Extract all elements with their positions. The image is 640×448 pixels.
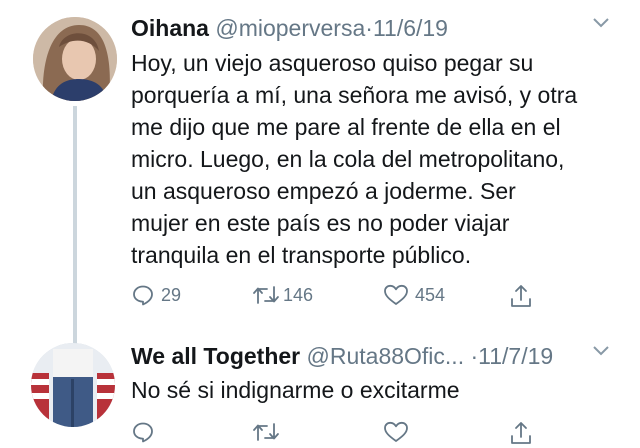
tweet-date[interactable]: 11/6/19 (373, 15, 448, 41)
tweet-text-line: mujer en este país es no poder viajar (131, 210, 510, 236)
tweet-header: Oihana @mioperversa·11/6/19 (131, 14, 620, 42)
separator: · (365, 15, 373, 41)
heart-icon (384, 421, 408, 442)
share-button[interactable] (509, 283, 533, 309)
retweet-count: 146 (283, 284, 314, 305)
reply-icon (133, 422, 153, 443)
tweet-text-line: Hoy, un viejo asqueroso quiso pegar su (131, 50, 534, 76)
tweet-header: We all Together @Ruta88Ofic... ·11/7/19 (131, 342, 620, 370)
share-button[interactable] (509, 420, 533, 446)
tweet-text-line: micro. Luego, en la cola del metropolita… (131, 146, 565, 172)
user-handle[interactable]: @mioperversa (215, 15, 365, 41)
retweet-button[interactable]: 146 (251, 283, 313, 307)
tweet-text-line: un asqueroso empezó a joderme. Ser (131, 178, 516, 204)
like-count: 454 (415, 284, 446, 305)
tweet-content: Oihana @mioperversa·11/6/19 Hoy, un viej… (131, 14, 620, 271)
share-icon (511, 422, 531, 444)
reply-icon (133, 285, 153, 306)
separator: · (470, 343, 479, 369)
display-name[interactable]: Oihana (131, 15, 209, 41)
avatar[interactable] (33, 17, 117, 101)
heart-icon (384, 284, 408, 305)
tweet-content: We all Together @Ruta88Ofic... ·11/7/19 … (131, 342, 620, 406)
tweet[interactable]: Oihana @mioperversa·11/6/19 Hoy, un viej… (0, 0, 640, 344)
tweet[interactable]: We all Together @Ruta88Ofic... ·11/7/19 … (0, 330, 640, 444)
chevron-down-icon[interactable] (592, 344, 610, 358)
like-button[interactable] (383, 420, 409, 444)
share-icon (511, 285, 531, 307)
retweet-icon (253, 423, 279, 441)
tweet-text-line: me dijo que me pare al frente de ella en… (131, 114, 561, 140)
tweet-text: No sé si indignarme o excitarme (131, 377, 460, 403)
chevron-down-icon[interactable] (592, 16, 610, 30)
thread-line (73, 106, 77, 344)
tweet-actions: 29 146 454 (131, 283, 551, 311)
reply-button[interactable]: 29 (131, 283, 181, 307)
tweet-text-line: porquería a mí, una señora me avisó, y o… (131, 82, 578, 108)
retweet-icon (253, 286, 279, 304)
display-name[interactable]: We all Together (131, 343, 300, 369)
user-handle[interactable]: @Ruta88Ofic... (307, 343, 465, 369)
tweet-text-line: tranquila en el transporte público. (131, 242, 472, 268)
tweet-text: Hoy, un viejo asqueroso quiso pegar su p… (131, 47, 611, 271)
reply-count: 29 (161, 284, 182, 305)
retweet-button[interactable] (251, 420, 281, 444)
reply-button[interactable] (131, 420, 155, 444)
like-button[interactable]: 454 (383, 283, 445, 307)
avatar[interactable] (31, 343, 115, 427)
tweet-date[interactable]: 11/7/19 (478, 343, 553, 369)
